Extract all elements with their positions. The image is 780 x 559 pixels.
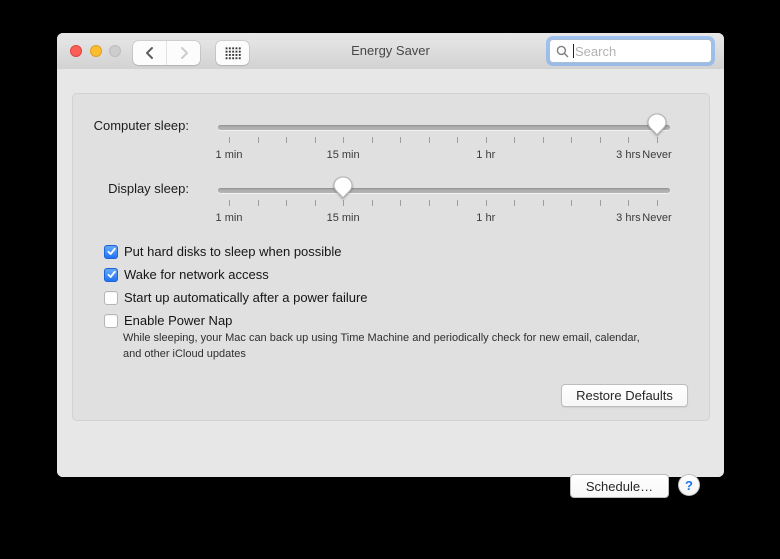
tick-label: 3 hrs <box>616 212 641 224</box>
tick-label: 15 min <box>326 149 360 161</box>
tick <box>229 200 230 206</box>
tick <box>400 200 402 206</box>
checkbox[interactable] <box>104 267 118 282</box>
energy-saver-window: Energy Saver Search While sleeping, your… <box>57 33 724 498</box>
tick-label: 15 min <box>326 212 360 224</box>
checkmark-icon <box>107 247 116 255</box>
schedule-button[interactable]: Schedule… <box>570 474 669 498</box>
checkmark-icon <box>107 270 116 278</box>
checkbox-label[interactable]: Enable Power Nap <box>124 313 232 328</box>
display-sleep-slider-track[interactable] <box>218 188 670 193</box>
search-input[interactable]: Search <box>549 39 712 63</box>
checkbox-label[interactable]: Start up automatically after a power fai… <box>124 290 368 305</box>
tick <box>229 137 230 143</box>
checkbox[interactable] <box>104 244 118 259</box>
checkbox-row: Enable Power Nap <box>104 313 232 328</box>
tick-label: 1 hr <box>476 149 496 161</box>
search-icon <box>556 45 569 58</box>
display-sleep-slider-thumb[interactable] <box>333 176 353 199</box>
tick <box>485 200 487 206</box>
tick <box>656 200 658 206</box>
tick <box>257 200 259 206</box>
tick <box>286 137 288 143</box>
checkbox-row: Put hard disks to sleep when possible <box>104 244 342 259</box>
display-sleep-slider-row: Display sleep: 1 min 15 min 1 hr 3 hrs Never <box>73 169 709 233</box>
help-button[interactable]: ? <box>678 474 700 496</box>
tick <box>343 137 345 143</box>
tick-label: Never <box>642 149 672 161</box>
tick <box>599 137 601 143</box>
tick <box>457 200 459 206</box>
tick <box>457 137 459 143</box>
preferences-content: While sleeping, your Mac can back up usi… <box>57 69 724 498</box>
tick <box>514 200 516 206</box>
tick <box>485 137 487 143</box>
search-placeholder: Search <box>575 43 617 59</box>
tick <box>571 137 573 143</box>
title-bar[interactable]: Energy Saver Search <box>57 33 724 70</box>
tick-label: Never <box>642 212 672 224</box>
tick-label: 1 hr <box>476 212 496 224</box>
checkbox-label[interactable]: Wake for network access <box>124 267 269 282</box>
checkbox-row: Start up automatically after a power fai… <box>104 290 368 305</box>
tick <box>371 137 373 143</box>
checkbox[interactable] <box>104 290 118 305</box>
checkbox-row: Wake for network access <box>104 267 269 282</box>
tick <box>428 200 430 206</box>
checkbox-label[interactable]: Put hard disks to sleep when possible <box>124 244 342 259</box>
tick <box>343 200 345 206</box>
tick-label: 3 hrs <box>616 149 641 161</box>
checkbox[interactable] <box>104 313 118 328</box>
text-caret <box>573 44 574 58</box>
power-nap-note: While sleeping, your Mac can back up usi… <box>123 332 640 360</box>
computer-sleep-slider-thumb[interactable] <box>647 113 667 136</box>
tick <box>571 200 573 206</box>
tick <box>428 137 430 143</box>
tick <box>400 137 402 143</box>
tick <box>514 137 516 143</box>
energy-settings-panel: While sleeping, your Mac can back up usi… <box>72 93 710 421</box>
tick <box>599 200 601 206</box>
computer-sleep-label: Computer sleep: <box>93 118 189 133</box>
computer-sleep-slider-track[interactable] <box>218 125 670 130</box>
restore-defaults-button[interactable]: Restore Defaults <box>561 384 688 407</box>
computer-sleep-slider-row: Computer sleep: 1 min 15 min 1 hr 3 hrs Never <box>73 106 709 170</box>
display-sleep-label: Display sleep: <box>108 181 189 196</box>
tick <box>656 137 658 143</box>
tick <box>371 200 373 206</box>
tick-label: 1 min <box>215 149 243 161</box>
tick <box>257 137 259 143</box>
tick-label: 1 min <box>215 212 243 224</box>
tick <box>314 200 316 206</box>
tick <box>628 137 630 143</box>
tick <box>542 200 544 206</box>
tick <box>314 137 316 143</box>
tick <box>628 200 630 206</box>
tick <box>542 137 544 143</box>
tick <box>286 200 288 206</box>
